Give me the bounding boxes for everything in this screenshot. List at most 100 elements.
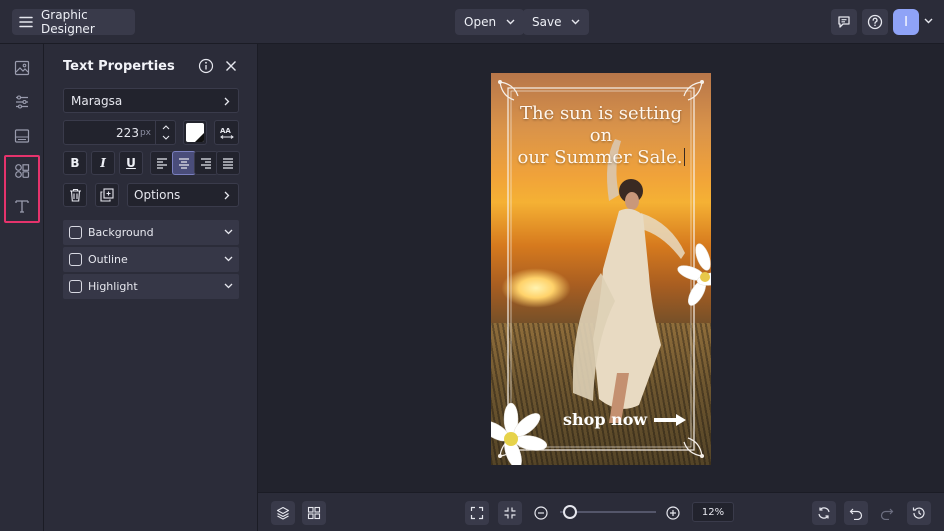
zoom-out-icon[interactable] — [534, 506, 548, 520]
outline-label: Outline — [88, 253, 128, 266]
headline-line-1: The sun is setting on — [519, 103, 683, 146]
redo-button[interactable] — [875, 501, 899, 525]
app-title: Graphic Designer — [41, 8, 95, 36]
undo-icon — [849, 506, 863, 520]
duplicate-icon — [100, 188, 114, 202]
background-label: Background — [88, 226, 154, 239]
underline-button[interactable]: U — [119, 151, 143, 175]
tool-rail — [0, 44, 44, 531]
white-flower-right — [677, 243, 711, 306]
align-left-icon — [156, 157, 168, 169]
zoom-slider-handle[interactable] — [562, 505, 577, 519]
duplicate-button[interactable] — [95, 183, 119, 207]
cta-label: shop now — [563, 410, 648, 429]
outline-section[interactable]: Outline — [63, 247, 239, 272]
text-properties-panel: Text Properties Maragsa 223 px AA B I U — [44, 44, 258, 531]
align-right-button[interactable] — [194, 151, 218, 175]
trash-icon — [69, 188, 82, 202]
help-icon — [867, 14, 883, 30]
align-right-icon — [200, 157, 212, 169]
options-button[interactable]: Options — [127, 183, 239, 207]
comment-icon — [837, 15, 851, 29]
chevron-down-icon — [571, 19, 580, 25]
rail-text-button[interactable] — [8, 192, 36, 220]
layers-button[interactable] — [271, 501, 295, 525]
image-icon — [14, 60, 30, 76]
align-center-button[interactable] — [172, 151, 196, 175]
letter-spacing-button[interactable]: AA — [214, 120, 239, 145]
fit-to-screen-button[interactable] — [465, 501, 489, 525]
background-checkbox[interactable] — [69, 226, 82, 239]
text-cursor — [683, 148, 685, 166]
font-family-select[interactable]: Maragsa — [63, 88, 239, 113]
chevron-right-icon — [224, 97, 230, 106]
layers-icon — [276, 506, 290, 520]
font-size-unit: px — [139, 127, 151, 138]
svg-text:AA: AA — [220, 127, 231, 135]
text-color-swatch[interactable] — [183, 120, 207, 145]
font-size-stepper[interactable] — [155, 121, 175, 144]
bold-button[interactable]: B — [63, 151, 87, 175]
open-label: Open — [464, 15, 497, 29]
comments-button[interactable] — [831, 9, 857, 35]
white-flower-left — [491, 403, 548, 465]
grid-view-button[interactable] — [302, 501, 326, 525]
top-bar: Graphic Designer Open Save I — [0, 0, 944, 44]
chevron-down-icon — [224, 283, 233, 289]
hamburger-icon — [19, 16, 33, 28]
chevron-down-icon — [224, 256, 233, 262]
zoom-in-icon[interactable] — [666, 506, 680, 520]
chevron-down-icon[interactable] — [924, 18, 933, 24]
history-button[interactable] — [907, 501, 931, 525]
zoom-value[interactable]: 12% — [692, 502, 734, 522]
headline-text[interactable]: The sun is setting on our Summer Sale. — [509, 103, 693, 169]
outline-checkbox[interactable] — [69, 253, 82, 266]
chevron-down-icon — [224, 229, 233, 235]
background-section[interactable]: Background — [63, 220, 239, 245]
shapes-icon — [14, 163, 30, 179]
font-size-input[interactable]: 223 px — [63, 120, 176, 145]
highlight-label: Highlight — [88, 280, 138, 293]
align-center-icon — [178, 157, 190, 169]
arrow-right-icon — [653, 413, 687, 427]
rail-layout-button[interactable] — [8, 122, 36, 150]
collapse-icon — [503, 506, 517, 520]
help-button[interactable] — [862, 9, 888, 35]
open-dropdown[interactable]: Open — [455, 9, 525, 35]
align-justify-button[interactable] — [216, 151, 240, 175]
app-menu-button[interactable]: Graphic Designer — [12, 8, 135, 36]
chevron-right-icon — [224, 191, 230, 200]
rail-images-button[interactable] — [8, 54, 36, 82]
user-avatar[interactable]: I — [893, 9, 919, 35]
sliders-icon — [14, 94, 30, 110]
save-dropdown[interactable]: Save — [523, 9, 590, 35]
layout-icon — [14, 128, 30, 144]
rail-graphics-button[interactable] — [8, 157, 36, 185]
undo-button[interactable] — [844, 501, 868, 525]
expand-icon — [470, 506, 484, 520]
save-label: Save — [532, 15, 562, 29]
refresh-button[interactable] — [812, 501, 836, 525]
design-canvas[interactable]: The sun is setting on our Summer Sale. s… — [491, 73, 711, 465]
chevron-down-icon — [506, 19, 515, 25]
refresh-icon — [817, 506, 831, 520]
panel-title: Text Properties — [63, 59, 175, 74]
text-icon — [14, 198, 30, 214]
align-left-button[interactable] — [150, 151, 174, 175]
rail-adjust-button[interactable] — [8, 88, 36, 116]
headline-line-2: our Summer Sale. — [517, 147, 683, 168]
close-icon[interactable] — [225, 60, 237, 72]
shop-now-text[interactable]: shop now — [563, 410, 687, 429]
delete-button[interactable] — [63, 183, 87, 207]
options-label: Options — [134, 188, 181, 202]
letter-spacing-icon: AA — [219, 126, 235, 140]
font-size-value: 223 — [116, 125, 139, 140]
grid-icon — [307, 506, 321, 520]
font-family-value: Maragsa — [71, 93, 123, 108]
shrink-view-button[interactable] — [498, 501, 522, 525]
highlight-section[interactable]: Highlight — [63, 274, 239, 299]
info-icon[interactable] — [198, 58, 214, 74]
highlight-checkbox[interactable] — [69, 280, 82, 293]
history-icon — [912, 506, 926, 520]
italic-button[interactable]: I — [91, 151, 115, 175]
